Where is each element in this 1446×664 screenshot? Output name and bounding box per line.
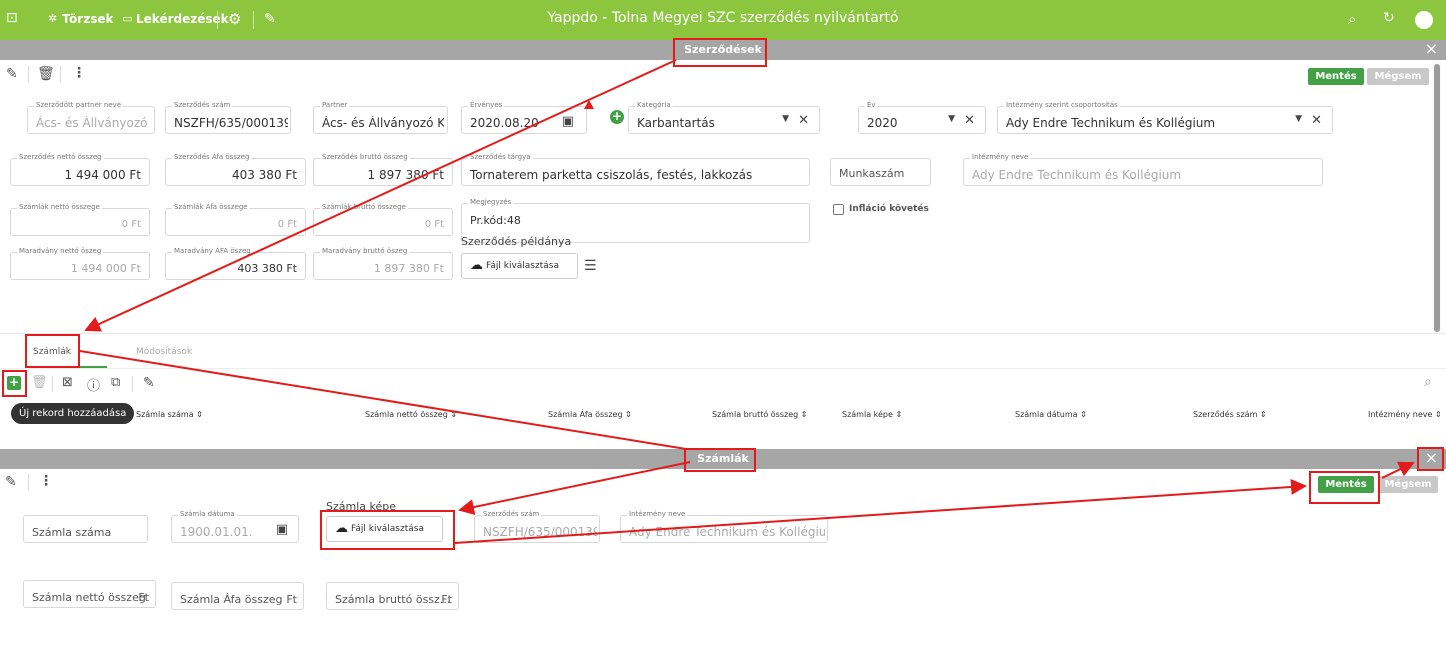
- annotation-arrow: [458, 461, 691, 515]
- annotation-arrow: [79, 350, 687, 450]
- annotation-arrow: [454, 478, 1307, 544]
- annotation-arrow: [84, 59, 677, 332]
- annotation-arrow: [1381, 461, 1415, 479]
- annotation-arrows: [79, 59, 1415, 544]
